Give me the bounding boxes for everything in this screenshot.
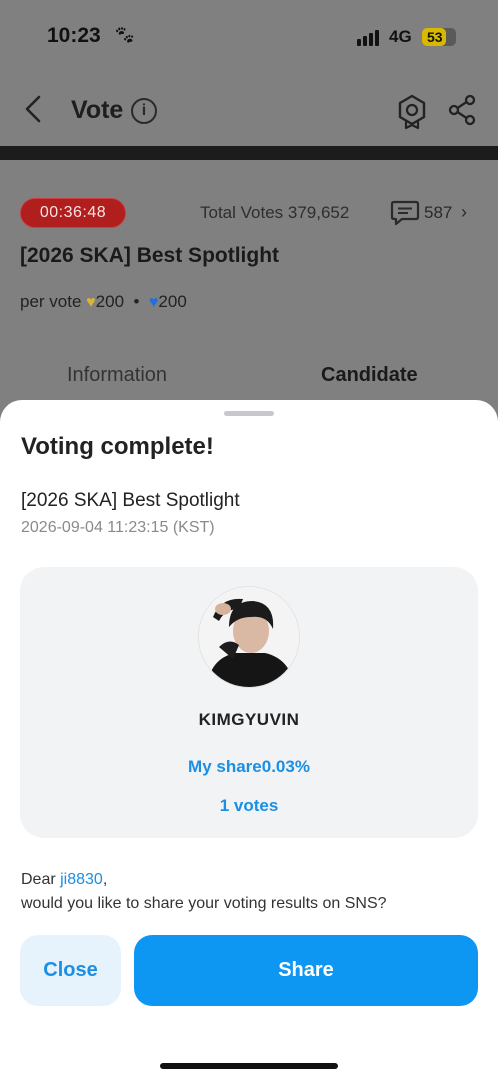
close-button[interactable]: Close	[20, 935, 121, 1006]
home-indicator[interactable]	[160, 1063, 338, 1069]
share-question: would you like to share your voting resu…	[21, 895, 387, 912]
tab-candidate[interactable]: Candidate	[321, 364, 418, 387]
sheet-grabber[interactable]	[224, 411, 274, 416]
dear-suffix: ,	[102, 871, 108, 888]
tab-information[interactable]: Information	[67, 364, 167, 387]
gold-cost: 200	[95, 292, 125, 311]
share-icon[interactable]	[447, 94, 477, 126]
username: ji8830	[60, 871, 103, 888]
cost-separator: •	[133, 292, 140, 311]
candidate-card: KIMGYUVIN My share0.03% 1 votes	[20, 567, 478, 838]
signal-icon	[357, 30, 381, 46]
page-title: Vote	[71, 96, 124, 124]
blue-cost: 200	[158, 292, 187, 311]
status-bar: 10:23 🐾︎ 4G 53	[0, 24, 498, 52]
network-label: 4G	[389, 27, 412, 46]
paw-icon: 🐾︎	[113, 25, 136, 45]
share-prompt: Dear ji8830, would you like to share you…	[21, 868, 387, 916]
candidate-name: KIMGYUVIN	[198, 710, 300, 729]
banner-strip	[0, 146, 498, 160]
chevron-right-icon[interactable]: ›	[461, 202, 467, 223]
vote-timestamp: 2026-09-04 11:23:15 (KST)	[21, 519, 215, 536]
my-share: My share0.03%	[188, 757, 310, 776]
top-bar: Vote i	[0, 90, 498, 134]
candidate-avatar	[198, 586, 300, 688]
comment-icon[interactable]	[390, 199, 420, 227]
dear-prefix: Dear	[21, 871, 61, 888]
gold-heart-icon: ♥	[86, 294, 96, 311]
per-vote-label: per vote	[20, 292, 82, 311]
blue-heart-icon: ♥	[148, 294, 159, 311]
sheet-poll-title: [2026 SKA] Best Spotlight	[21, 490, 240, 511]
comments-count[interactable]: 587	[424, 203, 452, 223]
per-vote-cost: per vote ♥200 • ♥200	[20, 292, 187, 312]
status-time: 10:23	[47, 24, 101, 47]
info-icon[interactable]: i	[131, 98, 157, 124]
vote-count: 1 votes	[219, 796, 279, 815]
battery-level: 53	[427, 29, 443, 45]
poll-title: [2026 SKA] Best Spotlight	[20, 244, 280, 267]
countdown-timer: 00:36:48	[20, 198, 126, 228]
vote-complete-sheet: Voting complete! [2026 SKA] Best Spotlig…	[0, 400, 498, 1080]
back-chevron-icon[interactable]	[22, 94, 48, 124]
battery-icon: 53	[422, 28, 456, 46]
badge-icon[interactable]	[396, 94, 428, 130]
share-button[interactable]: Share	[134, 935, 478, 1006]
sheet-title: Voting complete!	[21, 433, 214, 460]
total-votes: Total Votes 379,652	[200, 203, 350, 222]
